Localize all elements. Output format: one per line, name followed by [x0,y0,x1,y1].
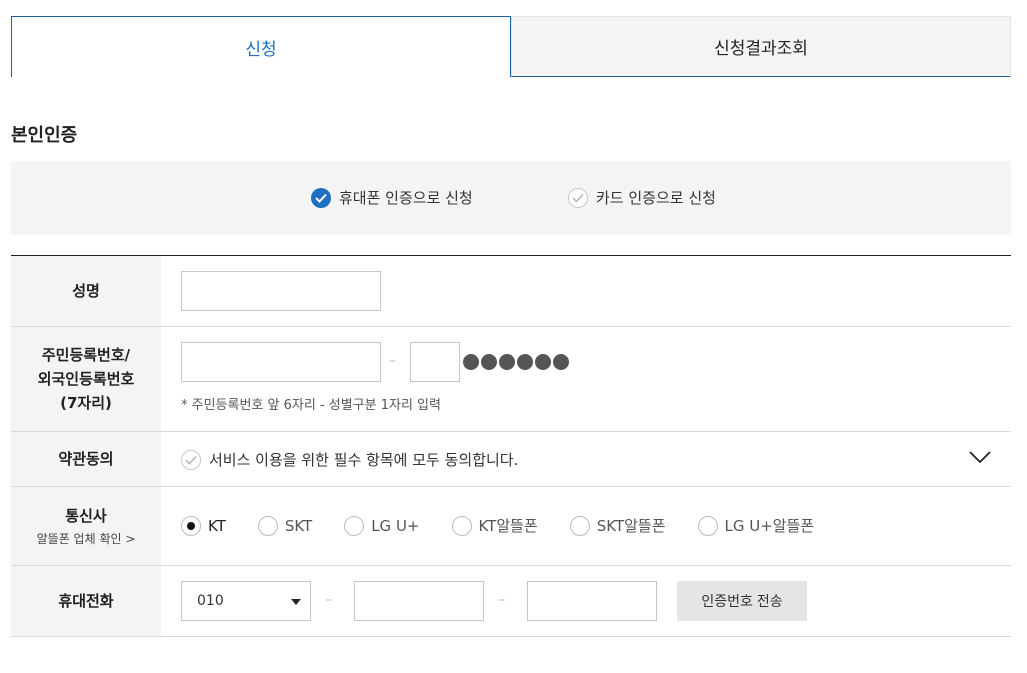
auth-method-box: 휴대폰 인증으로 신청 카드 인증으로 신청 [11,161,1011,235]
resident-gender-digit-input[interactable] [410,342,460,382]
terms-row: 약관동의 서비스 이용을 위한 필수 항목에 모두 동의합니다. [11,432,1011,487]
radio-icon [697,515,718,536]
caret-down-icon [291,599,301,605]
phone-auth-option[interactable]: 휴대폰 인증으로 신청 [311,187,473,208]
name-row: 성명 [11,256,1011,327]
resident-number-label: 주민등록번호/ 외국인등록번호 (7자리) [11,327,161,431]
phone-label: 휴대전화 [11,566,161,636]
agree-all-checkbox[interactable]: 서비스 이용을 위한 필수 항목에 모두 동의합니다. [181,449,518,470]
resident-front-input[interactable] [181,342,381,382]
carrier-radio-lgu-mvno[interactable]: LG U+알뜰폰 [697,515,814,536]
radio-icon [344,515,365,536]
resident-number-note: * 주민등록번호 앞 6자리 - 성별구분 1자리 입력 [181,398,441,413]
send-verification-button[interactable]: 인증번호 전송 [677,581,807,621]
mvno-check-link[interactable]: 알뜰폰 업체 확인 > [37,530,136,548]
check-circle-icon [311,187,331,208]
tab-bar: 신청 신청결과조회 [11,16,1011,77]
carrier-radio-kt[interactable]: KT [181,515,226,536]
phone-last-input[interactable] [527,581,657,621]
dash-separator: – [389,353,396,369]
check-circle-icon [568,187,588,208]
radio-selected-icon [181,515,201,536]
carrier-radio-kt-mvno[interactable]: KT알뜰폰 [451,515,538,536]
carrier-radio-skt-mvno[interactable]: SKT알뜰폰 [569,515,666,536]
tab-apply[interactable]: 신청 [11,16,511,77]
phone-prefix-select[interactable]: 010 [181,581,311,621]
name-label: 성명 [11,256,161,326]
phone-row: 휴대전화 010 – – 인증번호 전송 [11,566,1011,637]
resident-number-row: 주민등록번호/ 외국인등록번호 (7자리) – * 주민등록번호 앞 6자리 -… [11,327,1011,432]
card-auth-label: 카드 인증으로 신청 [596,189,716,207]
carrier-radio-group: KT SKT LG U+ KT알뜰폰 SKT알뜰폰 LG U+알뜰폰 [181,515,846,536]
chevron-down-icon[interactable] [969,450,991,464]
card-auth-option[interactable]: 카드 인증으로 신청 [568,187,716,208]
carrier-radio-lgu[interactable]: LG U+ [344,515,420,536]
terms-label: 약관동의 [11,432,161,486]
carrier-label: 통신사 알뜰폰 업체 확인 > [11,487,161,565]
phone-middle-input[interactable] [354,581,484,621]
check-circle-icon [181,449,201,470]
carrier-radio-skt[interactable]: SKT [257,515,312,536]
section-title: 본인인증 [11,125,78,146]
identity-form: 성명 주민등록번호/ 외국인등록번호 (7자리) – * 주민등록번호 앞 6자… [11,255,1011,637]
name-input[interactable] [181,271,381,311]
radio-icon [451,515,472,536]
agree-all-label: 서비스 이용을 위한 필수 항목에 모두 동의합니다. [209,451,519,469]
masked-digits [463,354,569,370]
dash-separator: – [498,592,505,608]
tab-result-inquiry[interactable]: 신청결과조회 [511,16,1011,77]
radio-icon [569,515,590,536]
radio-icon [257,515,278,536]
phone-auth-label: 휴대폰 인증으로 신청 [339,189,473,207]
dash-separator: – [325,592,332,608]
carrier-row: 통신사 알뜰폰 업체 확인 > KT SKT LG U+ KT알뜰폰 SKT알뜰… [11,487,1011,566]
